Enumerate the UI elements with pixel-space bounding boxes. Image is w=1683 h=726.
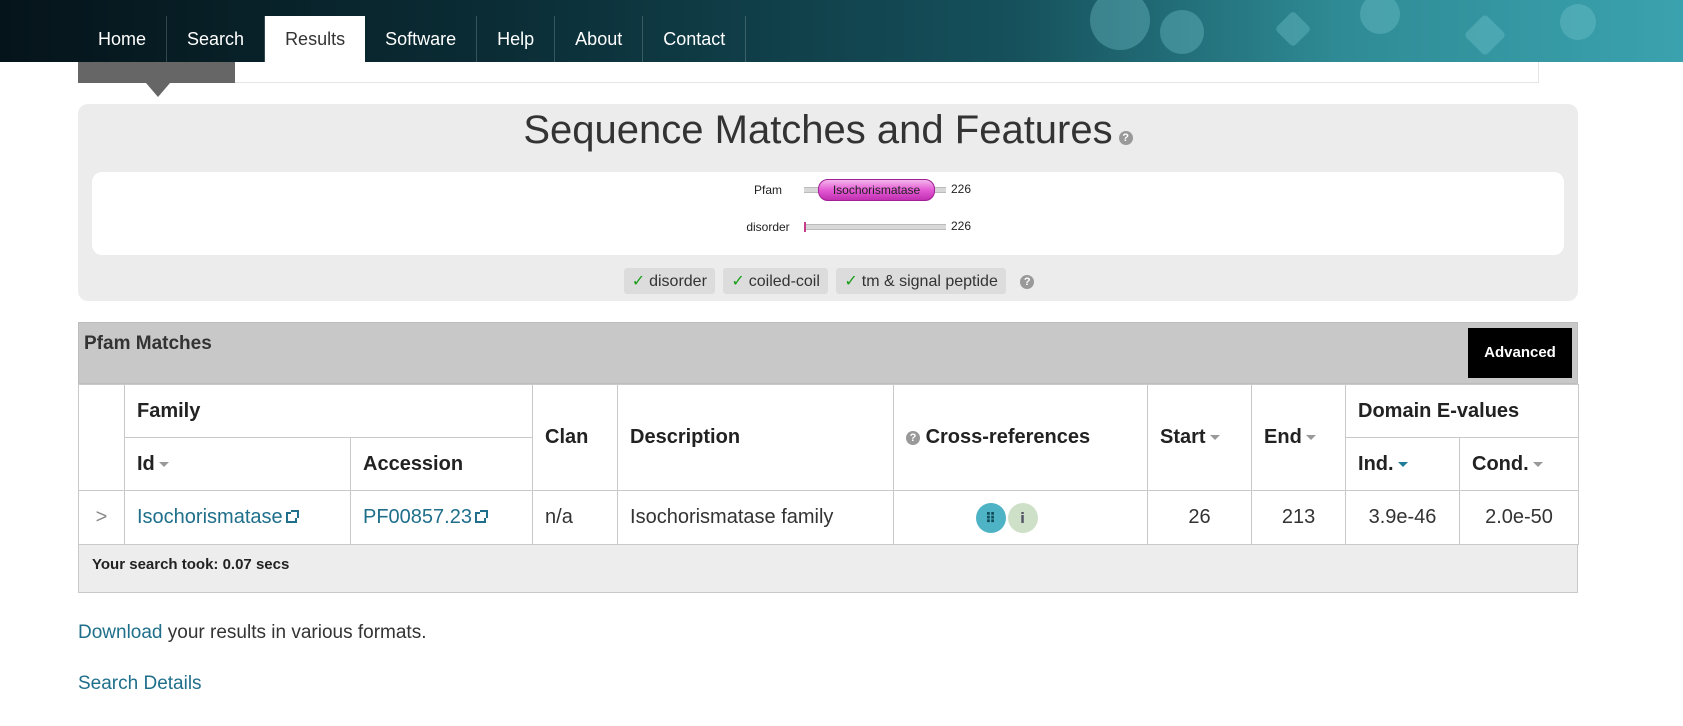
- start-header[interactable]: Start: [1147, 384, 1253, 491]
- accession-cell: PF00857.23: [349, 490, 534, 545]
- toggle-tm-signal-peptide[interactable]: ✓ tm & signal peptide: [836, 268, 1006, 294]
- nav-help[interactable]: Help: [477, 16, 556, 62]
- start-label: Start: [1160, 426, 1206, 448]
- download-text: your results in various formats.: [162, 622, 427, 643]
- structure-icon[interactable]: ⠿: [975, 502, 1006, 533]
- table-row: > Isochorismatase PF00857.23 n/a Isochor…: [78, 490, 1580, 545]
- header-decoration: [1560, 4, 1596, 40]
- sort-caret-icon: [1532, 461, 1543, 467]
- header-decoration: [1160, 10, 1204, 54]
- toggle-label: disorder: [649, 273, 707, 290]
- end-cell: 213: [1251, 490, 1347, 545]
- main-nav: Home Search Results Software Help About …: [78, 16, 747, 62]
- toggle-coiled-coil[interactable]: ✓ coiled-coil: [723, 268, 828, 294]
- domain-graphic: Pfam Isochorismatase 226 disorder 226: [92, 172, 1564, 255]
- header-decoration: [1360, 0, 1400, 34]
- end-header[interactable]: End: [1251, 384, 1347, 491]
- cross-references-cell: ⠿ ⅰ: [893, 490, 1149, 545]
- check-icon: ✓: [844, 273, 858, 290]
- sort-caret-icon: [1209, 435, 1220, 441]
- disorder-track-line: [804, 224, 946, 230]
- accession-header: Accession: [349, 437, 534, 491]
- nav-contact[interactable]: Contact: [643, 16, 747, 62]
- pfam-matches-title: Pfam Matches: [84, 333, 212, 354]
- nav-search[interactable]: Search: [167, 16, 266, 62]
- pfam-track-label: Pfam: [753, 183, 782, 197]
- top-nav-bar: Home Search Results Software Help About …: [0, 0, 1683, 62]
- family-id-cell: Isochorismatase: [124, 490, 351, 545]
- expand-column-header: [78, 384, 125, 491]
- cond-evalue-cell: 2.0e-50: [1459, 490, 1580, 545]
- disorder-region[interactable]: [804, 222, 806, 232]
- start-cell: 26: [1147, 490, 1253, 545]
- search-time: Your search took: 0.07 secs: [78, 545, 1578, 593]
- clan-header: Clan: [532, 384, 619, 491]
- nav-about[interactable]: About: [555, 16, 644, 62]
- check-icon: ✓: [631, 273, 646, 290]
- features-heading: Sequence Matches and Features?: [78, 108, 1578, 153]
- toggle-label: tm & signal peptide: [861, 273, 998, 290]
- ind-evalue-header[interactable]: Ind.: [1345, 437, 1461, 491]
- sub-tab-active[interactable]: [78, 62, 235, 83]
- family-header: Family: [123, 384, 534, 438]
- nav-results[interactable]: Results: [265, 16, 366, 62]
- header-decoration: [1463, 13, 1507, 57]
- advanced-button[interactable]: Advanced: [1468, 328, 1572, 378]
- sort-caret-icon: [158, 461, 169, 467]
- isochorismatase-domain[interactable]: Isochorismatase: [818, 179, 935, 201]
- id-header[interactable]: Id: [124, 437, 351, 491]
- sub-tab-bar: [78, 62, 1539, 83]
- toggle-label: coiled-coil: [748, 273, 820, 290]
- sequence-icon[interactable]: ⅰ: [1007, 502, 1038, 533]
- features-title: Sequence Matches and Features: [523, 108, 1113, 152]
- feature-toggles: ✓ disorder ✓ coiled-coil ✓ tm & signal pept…: [78, 268, 1578, 294]
- search-details-link[interactable]: Search Details: [78, 673, 202, 694]
- sort-caret-icon: [1305, 435, 1316, 441]
- cross-references-label: Cross-references: [925, 426, 1091, 448]
- nav-software[interactable]: Software: [365, 16, 478, 62]
- nav-home[interactable]: Home: [78, 16, 168, 62]
- cond-label: Cond.: [1472, 452, 1529, 475]
- sub-tab-pointer: [146, 83, 170, 97]
- cross-references-header: ? Cross-references: [893, 384, 1149, 491]
- disorder-track-length: 226: [951, 219, 972, 233]
- description-header: Description: [617, 384, 895, 491]
- help-icon[interactable]: ?: [1118, 131, 1133, 145]
- end-label: End: [1264, 426, 1302, 448]
- cond-evalue-header[interactable]: Cond.: [1459, 437, 1580, 491]
- sort-caret-icon: [1397, 461, 1408, 467]
- family-id-link[interactable]: Isochorismatase: [137, 506, 283, 528]
- pfam-matches-header: Pfam Matches Advanced: [78, 322, 1578, 384]
- pfam-matches-table: Family Clan Description ? Cross-referenc…: [78, 384, 1580, 545]
- ind-evalue-cell: 3.9e-46: [1345, 490, 1461, 545]
- description-cell: Isochorismatase family: [617, 490, 895, 545]
- pfam-matches-section: Pfam Matches Advanced Family Clan Descri…: [78, 322, 1580, 593]
- download-link[interactable]: Download: [78, 622, 163, 643]
- check-icon: ✓: [731, 273, 745, 290]
- pfam-track-length: 226: [951, 182, 972, 196]
- disorder-track-label: disorder: [746, 220, 790, 234]
- expand-row-toggle[interactable]: >: [78, 490, 125, 545]
- clan-cell: n/a: [532, 490, 619, 545]
- toggle-disorder[interactable]: ✓ disorder: [623, 268, 715, 294]
- header-decoration: [1090, 0, 1150, 50]
- help-icon[interactable]: ?: [906, 430, 921, 445]
- id-label: Id: [137, 452, 155, 475]
- domain-evalues-header: Domain E-values: [1345, 384, 1580, 438]
- ind-label: Ind.: [1358, 452, 1394, 475]
- search-details: Search Details: [78, 673, 202, 695]
- features-panel: Sequence Matches and Features? Pfam Isoc…: [78, 104, 1578, 301]
- download-line: Download your results in various formats…: [78, 622, 426, 644]
- help-icon[interactable]: ?: [1020, 274, 1035, 289]
- external-link-icon: [474, 510, 488, 523]
- external-link-icon: [285, 510, 299, 523]
- accession-link[interactable]: PF00857.23: [363, 506, 472, 528]
- header-decoration: [1274, 10, 1312, 48]
